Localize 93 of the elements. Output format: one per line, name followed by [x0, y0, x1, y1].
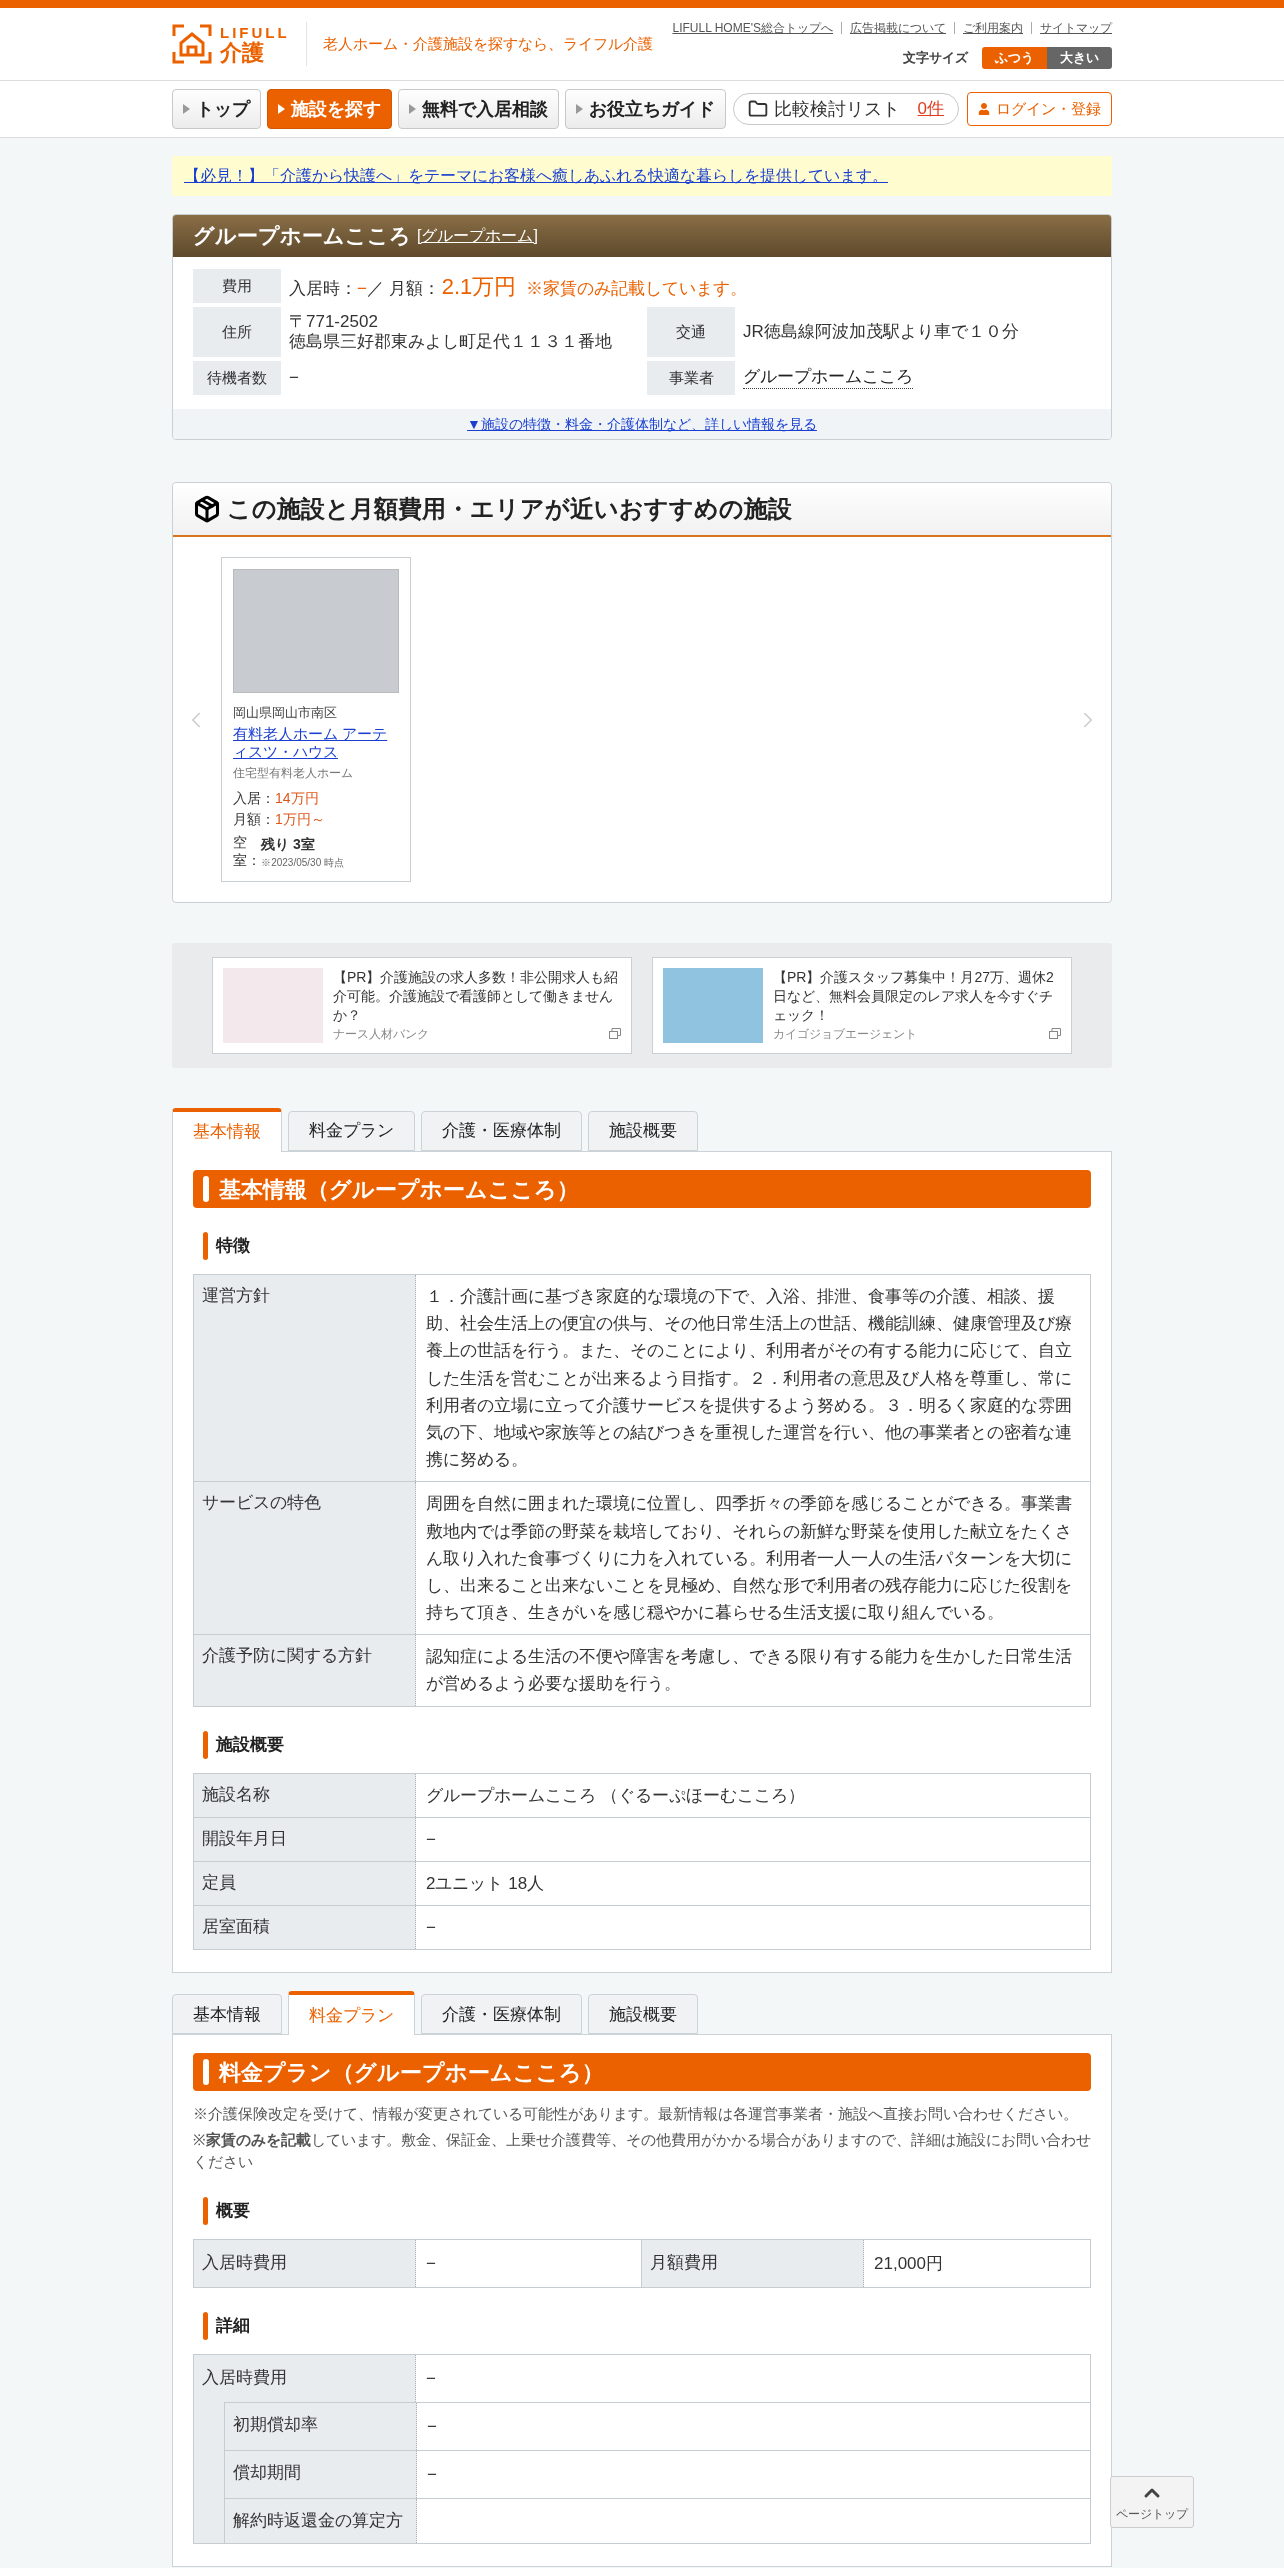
- entry-price: 14万円: [275, 789, 319, 808]
- tab[interactable]: 介護・医療体制: [421, 1994, 582, 2035]
- facility-name: グループホームこころ: [193, 223, 411, 250]
- tab[interactable]: 介護・医療体制: [421, 1111, 582, 1151]
- facility-link[interactable]: 有料老人ホーム アーティスツ・ハウス: [233, 724, 399, 762]
- triangle-icon: [576, 104, 583, 114]
- recommend-title: この施設と月額費用・エリアが近いおすすめの施設: [227, 494, 792, 524]
- field-label: 住所: [193, 307, 281, 357]
- header-link[interactable]: ご利用案内: [963, 19, 1023, 37]
- triangle-icon: [183, 104, 190, 114]
- title-marker: [203, 2059, 209, 2086]
- heading-marker: [203, 2311, 208, 2340]
- facility-type-link[interactable]: [グループホーム]: [417, 224, 538, 248]
- cost-text: 2.1万円: [441, 272, 517, 301]
- title-marker: [203, 1176, 209, 1202]
- row-value: −: [417, 2403, 1090, 2451]
- subsection-heading: 施設概要: [216, 1733, 284, 1756]
- field-label: 費用: [193, 269, 281, 303]
- note-text: ※家賃のみを記載しています。敷金、保証金、上乗せ介護費等、その他費用がかかる場合がありますので、詳細は施設にお問い合わせください: [193, 2130, 1091, 2172]
- row-label: 介護予防に関する方針: [194, 1635, 416, 1706]
- section-title: 料金プラン（グループホームこころ）: [219, 2058, 604, 2087]
- subsection-heading: 概要: [216, 2199, 250, 2222]
- row-label: 月額費用: [642, 2239, 864, 2287]
- subsection-heading: 詳細: [216, 2315, 250, 2338]
- row-label: 定員: [194, 1862, 416, 1906]
- ad-card[interactable]: 【PR】介護スタッフ募集中！月27万、週休2日など、無料会員限定のレア求人を今すぐチェック！ カイゴジョブエージェント: [652, 957, 1072, 1054]
- nav-button[interactable]: お役立ちガイド: [565, 89, 726, 129]
- logo-house-icon: [172, 24, 212, 64]
- row-label: 居室面積: [194, 1906, 416, 1950]
- monthly-price: 1万円～: [275, 810, 325, 829]
- entry-label: 入居：: [233, 789, 275, 808]
- page-top-button[interactable]: ページトップ: [1110, 2476, 1194, 2528]
- facility-type: 住宅型有料老人ホーム: [233, 765, 354, 782]
- field-label: 事業者: [647, 361, 735, 395]
- box-icon: [193, 495, 221, 523]
- logo-wordmark: LIFULL: [220, 24, 290, 40]
- tab[interactable]: 施設概要: [588, 1111, 698, 1151]
- heading-marker: [203, 2196, 208, 2225]
- page-top-label: ページトップ: [1116, 2506, 1188, 2523]
- notice-link[interactable]: 【必見！】「介護から快護へ」をテーマにお客様へ癒しあふれる快適な暮らしを提供しています。: [184, 167, 888, 184]
- details-link[interactable]: ▼施設の特徴・料金・介護体制など、詳しい情報を見る: [467, 413, 817, 435]
- field-label: 交通: [647, 307, 735, 357]
- subsection-heading: 特徴: [216, 1235, 250, 1258]
- heading-marker: [203, 1730, 208, 1759]
- address-text: 〒771-2502: [289, 312, 379, 332]
- ad-text: 【PR】介護施設の求人多数！非公開求人も紹介可能。介護施設で看護師として働きませんか？: [333, 968, 620, 1025]
- font-size-option[interactable]: 大きい: [1047, 47, 1112, 69]
- monthly-label: 月額：: [233, 810, 275, 829]
- row-value: −: [416, 2354, 1090, 2402]
- heading-marker: [203, 1232, 208, 1260]
- address-text: 徳島県三好郡東みよし町足代１１３１番地: [289, 332, 613, 352]
- ad-text: 【PR】介護スタッフ募集中！月27万、週休2日など、無料会員限定のレア求人を今すぐチェック！: [773, 968, 1055, 1025]
- cost-text: ／ 月額：: [366, 277, 440, 300]
- ad-source: ナース人材バンク: [333, 1025, 429, 1043]
- field-value: −: [289, 367, 300, 390]
- vacancy-date: ※2023/05/30 時点: [261, 856, 344, 870]
- folder-icon: [747, 99, 768, 119]
- external-link-icon: [609, 1028, 621, 1040]
- row-label: 入居時費用: [194, 2239, 416, 2287]
- compare-count: 0件: [917, 98, 944, 121]
- triangle-icon: [409, 104, 416, 114]
- compare-list-button[interactable]: 比較検討リスト 0件: [732, 93, 959, 125]
- field-value: JR徳島線阿波加茂駅より車で１０分: [743, 321, 1020, 344]
- header-link[interactable]: LIFULL HOME'S総合トップへ: [672, 19, 833, 37]
- external-link-icon: [1049, 1028, 1061, 1040]
- ad-source: カイゴジョブエージェント: [773, 1025, 917, 1043]
- header-link[interactable]: サイトマップ: [1040, 19, 1112, 37]
- cost-text: 入居時：: [289, 277, 357, 300]
- row-label: 開設年月日: [194, 1817, 416, 1861]
- cost-text: −: [357, 277, 367, 300]
- tab[interactable]: 施設概要: [588, 1994, 698, 2035]
- nav-button[interactable]: 無料で入居相談: [398, 89, 559, 129]
- vacancy-count: 残り 3室: [261, 835, 316, 854]
- area-text: 岡山県岡山市南区: [233, 704, 338, 722]
- triangle-icon: [278, 104, 285, 114]
- ad-card[interactable]: 【PR】介護施設の求人多数！非公開求人も紹介可能。介護施設で看護師として働きませんか？ ナース人材バンク: [212, 957, 632, 1054]
- header-link[interactable]: 広告掲載について: [850, 19, 946, 37]
- logo-subtitle: 介護: [220, 41, 265, 64]
- row-label: サービスの特色: [194, 1482, 416, 1635]
- nav-button[interactable]: トップ: [172, 89, 261, 129]
- tab[interactable]: 基本情報: [172, 1994, 282, 2035]
- section-title: 基本情報（グループホームこころ）: [219, 1175, 579, 1204]
- note-text: ※介護保険改定を受けて、情報が変更されている可能性があります。最新情報は各運営事業者・施設へ直接お問い合わせください。: [193, 2104, 1079, 2125]
- row-label: 運営方針: [194, 1275, 416, 1482]
- font-size-label: 文字サイズ: [903, 49, 968, 68]
- tagline: 老人ホーム・介護施設を探すなら、ライフル介護: [322, 33, 653, 54]
- field-label: 待機者数: [193, 361, 281, 395]
- row-label: 施設名称: [194, 1773, 416, 1817]
- tab[interactable]: 料金プラン: [288, 1111, 415, 1151]
- user-icon: [978, 103, 990, 115]
- operator-link[interactable]: グループホームこころ: [743, 367, 913, 389]
- row-value: −: [417, 2451, 1090, 2499]
- cost-text: ※家賃のみ記載しています。: [526, 277, 748, 300]
